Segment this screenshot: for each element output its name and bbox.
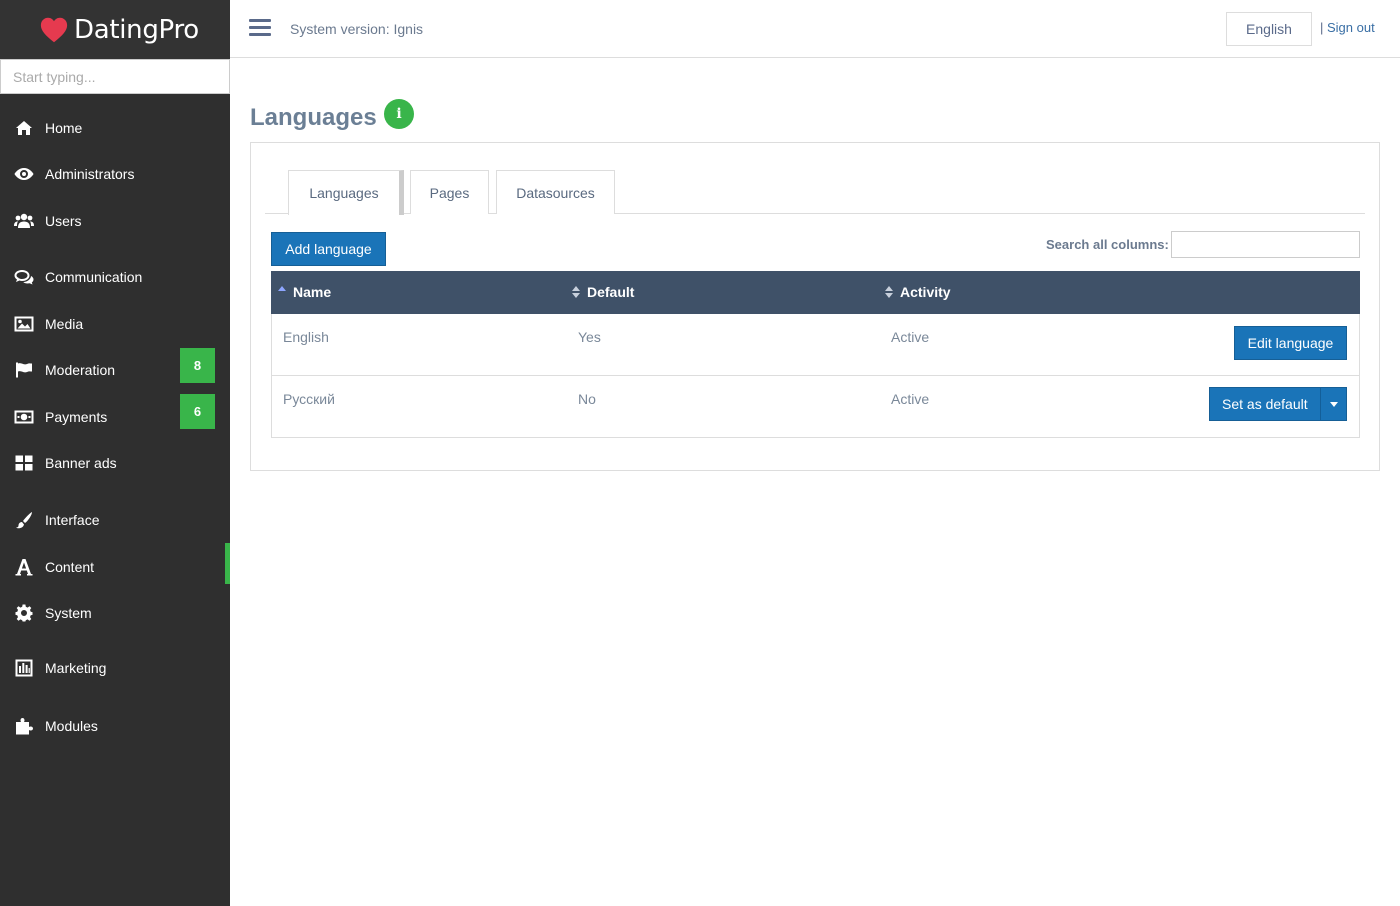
moderation-count-badge: 8 (180, 348, 215, 383)
info-icon[interactable]: i (384, 99, 414, 129)
languages-panel: Languages Pages Datasources Add language… (250, 142, 1380, 471)
brush-icon (14, 511, 34, 529)
heart-logo-icon (40, 17, 68, 42)
table-row: Русский No Active Set as default (271, 376, 1360, 438)
sidebar-item-label: Content (45, 559, 95, 575)
sidebar-item-banner-ads[interactable]: Banner ads (0, 443, 230, 483)
column-header-name[interactable]: Name (277, 284, 331, 300)
sort-asc-icon (278, 286, 286, 291)
grid-icon (14, 454, 34, 472)
table-row: English Yes Active Edit language (271, 314, 1360, 376)
sidebar-item-content[interactable]: Content (0, 547, 230, 587)
font-icon (14, 558, 34, 576)
top-header: System version: Ignis English | Sign out (230, 0, 1400, 58)
sidebar-item-media[interactable]: Media (0, 304, 230, 344)
column-header-activity[interactable]: Activity (884, 284, 951, 300)
edit-language-button[interactable]: Edit language (1234, 326, 1347, 360)
logo[interactable]: DatingPro (0, 0, 230, 59)
flag-icon (14, 361, 34, 379)
sidebar-search-input[interactable] (0, 59, 230, 94)
search-all-columns-input[interactable] (1171, 231, 1360, 258)
sort-both-icon (885, 286, 893, 298)
languages-table: Name Default Activity English Yes Active… (271, 271, 1360, 438)
set-as-default-label: Set as default (1222, 396, 1308, 412)
sidebar-item-label: System (45, 605, 92, 621)
tab-datasources[interactable]: Datasources (496, 170, 615, 214)
column-label: Activity (900, 284, 951, 300)
system-version: System version: Ignis (290, 21, 424, 37)
add-language-button[interactable]: Add language (271, 232, 386, 266)
brand-name: DatingPro (74, 14, 199, 45)
sidebar-item-label: Media (45, 316, 84, 332)
table-header: Name Default Activity (271, 271, 1360, 314)
search-label: Search all columns: (1046, 237, 1169, 252)
sidebar-item-interface[interactable]: Interface (0, 500, 230, 540)
cell-activity: Active (891, 391, 930, 407)
page-title: Languages (250, 104, 377, 131)
money-icon (14, 408, 34, 426)
sidebar-item-users[interactable]: Users (0, 201, 230, 241)
sidebar-item-label: Payments (45, 409, 108, 425)
eye-icon (14, 165, 34, 183)
set-as-default-split-button[interactable]: Set as default (1209, 387, 1347, 421)
sidebar-item-label: Marketing (45, 660, 107, 676)
sidebar-item-label: Interface (45, 512, 100, 528)
column-label: Name (293, 284, 332, 300)
sidebar-item-label: Home (45, 120, 83, 136)
tab-pages[interactable]: Pages (410, 170, 489, 214)
chat-icon (14, 268, 34, 286)
active-indicator (225, 543, 230, 584)
cell-name: English (283, 329, 329, 345)
sidebar-item-label: Users (45, 213, 82, 229)
tab-languages[interactable]: Languages (288, 170, 404, 215)
sidebar-item-label: Communication (45, 269, 143, 285)
separator: | (1320, 20, 1324, 35)
users-icon (14, 212, 34, 230)
sidebar-item-label: Moderation (45, 362, 116, 378)
cell-activity: Active (891, 329, 930, 345)
sign-out-link[interactable]: Sign out (1327, 20, 1375, 35)
cell-default: No (578, 391, 596, 407)
sidebar-item-communication[interactable]: Communication (0, 257, 230, 297)
cell-default: Yes (578, 329, 601, 345)
sidebar-item-label: Modules (45, 718, 98, 734)
column-header-default[interactable]: Default (571, 284, 634, 300)
caret-down-icon[interactable] (1320, 388, 1346, 420)
sidebar-item-system[interactable]: System (0, 593, 230, 633)
payments-count-badge: 6 (180, 394, 215, 429)
sidebar: DatingPro Home Administrators Users Comm… (0, 0, 230, 906)
image-icon (14, 315, 34, 333)
cell-name: Русский (283, 391, 335, 407)
sidebar-item-home[interactable]: Home (0, 108, 230, 148)
sidebar-item-modules[interactable]: Modules (0, 706, 230, 746)
home-icon (14, 119, 34, 137)
puzzle-icon (14, 717, 34, 735)
language-selector-button[interactable]: English (1226, 12, 1312, 46)
sidebar-item-label: Banner ads (45, 455, 117, 471)
sort-both-icon (572, 286, 580, 298)
gear-icon (14, 604, 34, 622)
menu-toggle-icon[interactable] (249, 19, 271, 38)
sidebar-item-administrators[interactable]: Administrators (0, 154, 230, 194)
chart-icon (14, 659, 34, 677)
sidebar-item-label: Administrators (45, 166, 135, 182)
sidebar-item-marketing[interactable]: Marketing (0, 648, 230, 688)
column-label: Default (587, 284, 635, 300)
